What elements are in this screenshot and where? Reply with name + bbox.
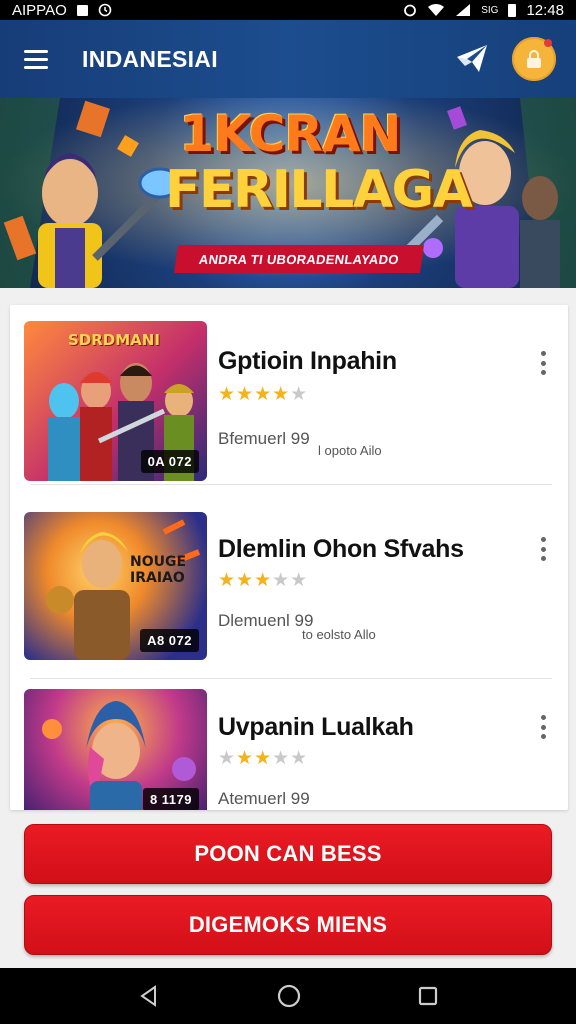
banner-title-line1: 1KCRAN [179, 105, 401, 163]
thumbnail-label: NOUGE IRAIAO [130, 554, 187, 586]
game-meta: Dlemuenl 99 [218, 611, 314, 630]
game-row[interactable]: SDRDMANI 0A 072 Gptioin Inpahin ★★★★★ Bf… [10, 305, 568, 485]
send-icon [457, 45, 487, 72]
status-time: 12:48 [526, 1, 564, 19]
divider [30, 484, 552, 485]
star-rating: ★★★★★ [218, 570, 309, 591]
primary-action-button[interactable]: POON CAN BESS [24, 824, 552, 884]
battery-icon [508, 3, 517, 17]
hamburger-menu-icon[interactable] [0, 20, 72, 98]
game-thumbnail[interactable]: 8 1179 [24, 689, 207, 810]
star-rating: ★★★★★ [218, 384, 309, 405]
signal-text: SIG [481, 4, 499, 16]
game-thumbnail[interactable]: SDRDMANI 0A 072 [24, 321, 207, 481]
status-app-label: AIPPAO [12, 1, 67, 19]
secondary-action-button[interactable]: DIGEMOKS MIENS [24, 895, 552, 955]
game-subtext: l opoto Ailo [318, 443, 382, 458]
star-rating: ★★★★★ [218, 748, 309, 769]
app-title: INDANESIAI [82, 45, 218, 72]
game-row[interactable]: NOUGE IRAIAO A8 072 Dlemlin Ohon Sfvahs … [10, 499, 568, 679]
thumbnail-tag: A8 072 [140, 629, 199, 652]
banner-title-line2: FERILLAGA [165, 160, 473, 220]
hero-banner[interactable]: 1KCRAN FERILLAGA ANDRA TI UBORADENLAYADO [0, 98, 576, 288]
more-options-icon[interactable] [538, 535, 548, 563]
game-title[interactable]: Uvpanin Lualkah [218, 713, 414, 742]
lock-icon [527, 50, 541, 68]
game-meta: Atemuerl 99 [218, 789, 310, 808]
app-bar: INDANESIAI [0, 20, 576, 98]
wifi-icon [428, 3, 445, 17]
profile-button[interactable] [512, 37, 556, 81]
more-options-icon[interactable] [538, 349, 548, 377]
system-nav-bar [0, 968, 576, 1024]
banner-subtitle: ANDRA TI UBORADENLAYADO [174, 245, 424, 273]
thumbnail-tag: 8 1179 [142, 788, 199, 810]
game-subtext: to eolsto Allo [302, 627, 376, 642]
alarm-icon [404, 4, 417, 17]
status-right: SIG 12:48 [403, 2, 564, 19]
status-left: AIPPAO [12, 2, 112, 19]
clock-icon [98, 3, 112, 17]
thumbnail-tag: 0A 072 [140, 450, 199, 473]
home-icon[interactable] [276, 983, 302, 1009]
game-row[interactable]: 8 1179 Uvpanin Lualkah ★★★★★ Atemuerl 99 [10, 679, 568, 810]
more-options-icon[interactable] [538, 713, 548, 741]
game-title[interactable]: Gptioin Inpahin [218, 347, 397, 376]
game-thumbnail[interactable]: NOUGE IRAIAO A8 072 [24, 512, 207, 660]
game-list: SDRDMANI 0A 072 Gptioin Inpahin ★★★★★ Bf… [10, 305, 568, 810]
signal-icon [456, 4, 471, 16]
thumbnail-label: SDRDMANI [68, 331, 160, 349]
share-button[interactable] [450, 37, 494, 81]
notification-icon [76, 4, 88, 16]
game-meta: Bfemuerl 99 [218, 429, 310, 448]
notification-badge [544, 39, 552, 47]
game-title[interactable]: Dlemlin Ohon Sfvahs [218, 535, 464, 564]
recents-icon[interactable] [417, 985, 439, 1007]
back-icon[interactable] [137, 984, 161, 1008]
status-bar: AIPPAO SIG 12:48 [0, 0, 576, 20]
